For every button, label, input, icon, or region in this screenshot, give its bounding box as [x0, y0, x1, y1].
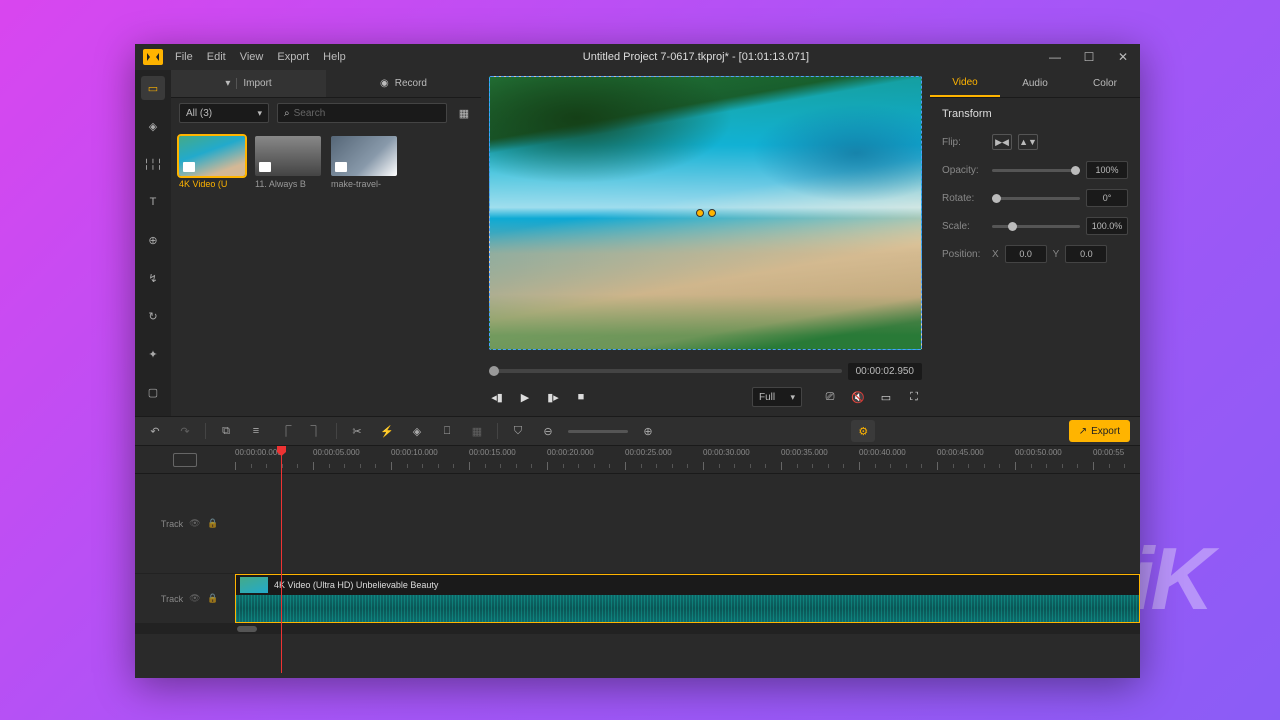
opacity-label: Opacity: — [942, 165, 992, 176]
speed-icon[interactable]: ⚡ — [377, 421, 397, 441]
zoom-out-icon[interactable]: ⊖ — [538, 421, 558, 441]
redo-button[interactable]: ↷ — [175, 421, 195, 441]
window-title: Untitled Project 7-0617.tkproj* - [01:01… — [346, 51, 1046, 63]
timeline: 00:00:00.00000:00:05.00000:00:10.00000:0… — [135, 446, 1140, 678]
grid-view-icon[interactable]: ▦ — [455, 104, 473, 122]
zoom-slider[interactable] — [568, 430, 628, 433]
transform-heading: Transform — [942, 108, 1128, 120]
properties-panel: Video Audio Color Transform Flip: ▶◀ ▲▼ … — [930, 70, 1140, 416]
crop-button[interactable]: ⧉ — [216, 421, 236, 441]
tab-audio[interactable]: Audio — [1000, 70, 1070, 97]
search-input[interactable]: ⌕Search — [277, 103, 447, 123]
media-panel: ▾Import ◉Record All (3) ⌕Search ▦ 4K Vid… — [171, 70, 481, 416]
menu-export[interactable]: Export — [277, 51, 309, 63]
timeline-clip[interactable]: 4K Video (Ultra HD) Unbelievable Beauty — [235, 574, 1140, 623]
search-icon: ⌕ — [284, 108, 290, 119]
play-button[interactable]: ▶ — [517, 389, 533, 405]
titlebar: File Edit View Export Help Untitled Proj… — [135, 44, 1140, 70]
fit-dropdown[interactable]: Full — [752, 387, 802, 407]
preview-progress[interactable] — [489, 369, 842, 373]
sidebar-effects-icon[interactable]: ⊕ — [141, 228, 165, 252]
trim-start-button[interactable]: ⎾ — [276, 421, 296, 441]
next-frame-button[interactable]: ▮▸ — [545, 389, 561, 405]
scissors-icon[interactable]: ✂ — [347, 421, 367, 441]
close-button[interactable]: ✕ — [1114, 50, 1132, 64]
tab-video[interactable]: Video — [930, 70, 1000, 97]
media-filter-dropdown[interactable]: All (3) — [179, 103, 269, 123]
playhead[interactable] — [281, 446, 282, 673]
menu-bar: File Edit View Export Help — [175, 51, 346, 63]
lock-icon[interactable]: 🔒 — [207, 518, 219, 529]
media-bin: 4K Video (U 11. Always B make-travel- — [171, 128, 481, 416]
rotate-label: Rotate: — [942, 193, 992, 204]
menu-view[interactable]: View — [240, 51, 264, 63]
export-icon: ↗ — [1079, 426, 1087, 437]
preview-timecode: 00:00:02.950 — [848, 363, 922, 380]
menu-help[interactable]: Help — [323, 51, 346, 63]
timeline-scrollbar[interactable] — [135, 624, 1140, 634]
app-window: File Edit View Export Help Untitled Proj… — [135, 44, 1140, 678]
shield-icon[interactable]: ⛉ — [508, 421, 528, 441]
rotate-value[interactable]: 0° — [1086, 189, 1128, 207]
minimize-button[interactable]: — — [1046, 50, 1064, 64]
eye-icon[interactable]: 👁 — [189, 593, 201, 604]
flip-label: Flip: — [942, 137, 992, 148]
prev-frame-button[interactable]: ◂▮ — [489, 389, 505, 405]
menu-edit[interactable]: Edit — [207, 51, 226, 63]
track-video: Track 👁 🔒 4K Video (Ultra HD) Unbelievable… — [135, 574, 1140, 624]
preview-canvas[interactable] — [489, 76, 922, 350]
sidebar-audio-icon[interactable]: ╎╎╎ — [141, 152, 165, 176]
media-clip-1[interactable]: 4K Video (U — [179, 136, 245, 189]
sidebar-animations-icon[interactable]: ↻ — [141, 304, 165, 328]
sidebar-layers-icon[interactable]: ◈ — [141, 114, 165, 138]
position-label: Position: — [942, 249, 992, 260]
tab-import[interactable]: ▾Import — [171, 70, 326, 97]
scale-slider[interactable] — [992, 225, 1080, 228]
eye-icon[interactable]: 👁 — [189, 518, 201, 529]
timeline-ruler[interactable]: 00:00:00.00000:00:05.00000:00:10.00000:0… — [135, 446, 1140, 474]
timeline-toolbar: ↶ ↷ ⧉ ≡ ⎾ ⏋ ✂ ⚡ ◈ ⎕ ▦ ⛉ ⊖ ⊕ ⚙ ↗Export — [135, 416, 1140, 446]
fullscreen-icon[interactable]: ⛶ — [906, 389, 922, 405]
left-sidebar: ▭ ◈ ╎╎╎ T ⊕ ↯ ↻ ✦ ▢ — [135, 70, 171, 416]
timeline-settings-button[interactable]: ⚙ — [851, 420, 875, 442]
sidebar-aspect-icon[interactable]: ▢ — [141, 380, 165, 404]
zoom-in-icon[interactable]: ⊕ — [638, 421, 658, 441]
preview-panel: 00:00:02.950 ◂▮ ▶ ▮▸ ■ Full ⎚ 🔇 ▭ ⛶ — [481, 70, 930, 416]
sidebar-text-icon[interactable]: T — [141, 190, 165, 214]
stop-button[interactable]: ■ — [573, 389, 589, 405]
flip-vertical-button[interactable]: ▲▼ — [1018, 134, 1038, 150]
crop-tool-icon[interactable]: ⎕ — [437, 421, 457, 441]
position-y-value[interactable]: 0.0 — [1065, 245, 1107, 263]
flip-horizontal-button[interactable]: ▶◀ — [992, 134, 1012, 150]
opacity-slider[interactable] — [992, 169, 1080, 172]
maximize-button[interactable]: ☐ — [1080, 50, 1098, 64]
mute-icon[interactable]: 🔇 — [850, 389, 866, 405]
sidebar-transitions-icon[interactable]: ↯ — [141, 266, 165, 290]
app-logo — [143, 49, 163, 65]
snapshot-icon[interactable]: ⎚ — [822, 389, 838, 405]
scale-label: Scale: — [942, 221, 992, 232]
split-button[interactable]: ≡ — [246, 421, 266, 441]
sidebar-elements-icon[interactable]: ✦ — [141, 342, 165, 366]
sidebar-media-icon[interactable]: ▭ — [141, 76, 165, 100]
media-clip-2[interactable]: 11. Always B — [255, 136, 321, 189]
trim-end-button[interactable]: ⏋ — [306, 421, 326, 441]
track-label: Track — [161, 594, 183, 604]
tab-record[interactable]: ◉Record — [326, 70, 481, 97]
lock-icon[interactable]: 🔒 — [207, 593, 219, 604]
track-empty: Track 👁 🔒 — [135, 474, 1140, 574]
marker-icon[interactable]: ◈ — [407, 421, 427, 441]
track-label: Track — [161, 519, 183, 529]
undo-button[interactable]: ↶ — [145, 421, 165, 441]
tab-color[interactable]: Color — [1070, 70, 1140, 97]
export-button[interactable]: ↗Export — [1069, 420, 1130, 442]
position-x-value[interactable]: 0.0 — [1005, 245, 1047, 263]
menu-file[interactable]: File — [175, 51, 193, 63]
rotate-slider[interactable] — [992, 197, 1080, 200]
scale-value[interactable]: 100.0% — [1086, 217, 1128, 235]
opacity-value[interactable]: 100% — [1086, 161, 1128, 179]
media-clip-3[interactable]: make-travel- — [331, 136, 397, 189]
safe-zone-icon[interactable]: ▭ — [878, 389, 894, 405]
mosaic-icon[interactable]: ▦ — [467, 421, 487, 441]
